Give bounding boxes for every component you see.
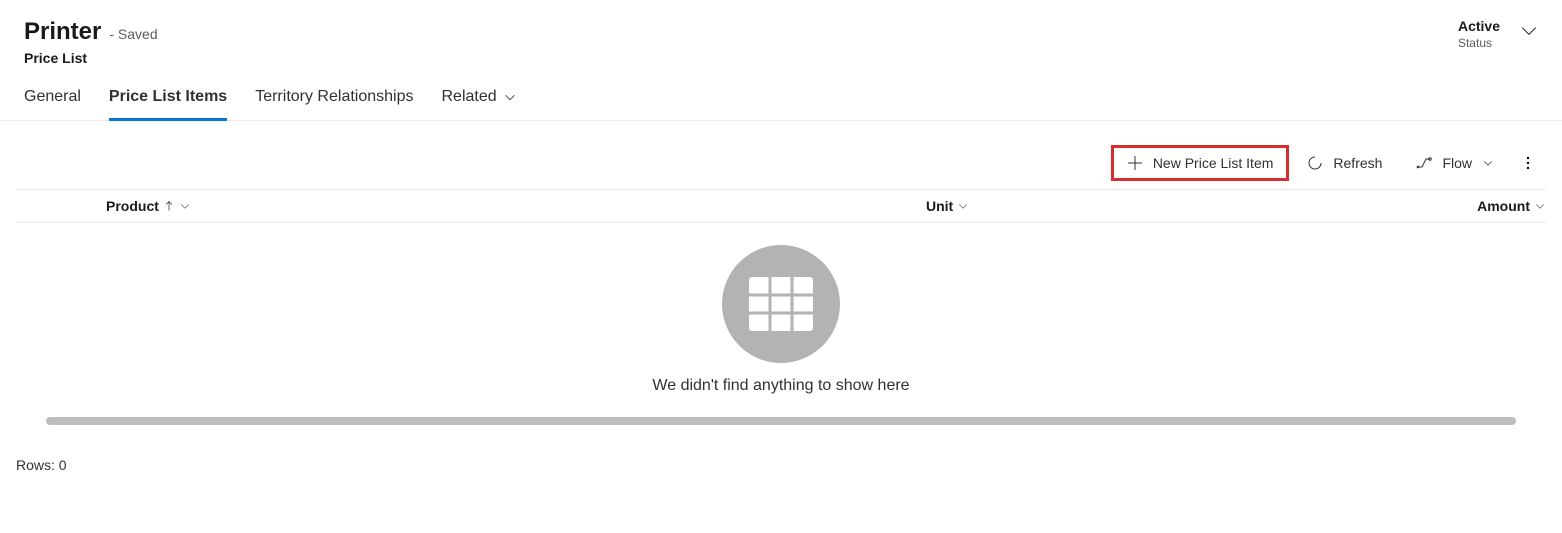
rows-prefix: Rows: xyxy=(16,457,59,473)
button-label: Flow xyxy=(1442,155,1472,171)
chevron-down-icon xyxy=(1534,200,1546,212)
rows-number: 0 xyxy=(59,457,67,473)
header-left: Printer - Saved Price List xyxy=(24,18,158,66)
more-commands-button[interactable] xyxy=(1516,149,1540,177)
new-price-list-item-button[interactable]: New Price List Item xyxy=(1115,149,1286,177)
subgrid-toolbar: New Price List Item Refresh Flow xyxy=(16,145,1546,190)
entity-name: Price List xyxy=(24,50,158,66)
column-label: Product xyxy=(106,198,159,214)
flow-icon xyxy=(1416,155,1432,171)
sort-asc-icon xyxy=(163,200,175,212)
header-right: Active Status xyxy=(1458,18,1538,50)
form-tabs: General Price List Items Territory Relat… xyxy=(0,76,1562,121)
record-title: Printer xyxy=(24,18,101,46)
tab-territory-relationships[interactable]: Territory Relationships xyxy=(255,76,413,120)
status-value: Active xyxy=(1458,18,1500,34)
column-label: Amount xyxy=(1477,198,1530,214)
chevron-down-icon xyxy=(179,200,191,212)
tab-related[interactable]: Related xyxy=(441,76,516,120)
empty-state: We didn't find anything to show here xyxy=(16,223,1546,405)
horizontal-scrollbar[interactable] xyxy=(46,417,1516,425)
column-product[interactable]: Product xyxy=(106,198,926,214)
refresh-icon xyxy=(1307,155,1323,171)
empty-message: We didn't find anything to show here xyxy=(652,377,909,395)
tab-price-list-items[interactable]: Price List Items xyxy=(109,76,227,120)
column-label: Unit xyxy=(926,198,953,214)
chevron-down-icon xyxy=(503,90,517,104)
column-amount[interactable]: Amount xyxy=(1426,198,1546,214)
column-unit[interactable]: Unit xyxy=(926,198,1426,214)
header-expand-chevron[interactable] xyxy=(1520,18,1538,40)
refresh-button[interactable]: Refresh xyxy=(1295,149,1394,177)
more-vertical-icon xyxy=(1520,155,1536,171)
tab-label: Territory Relationships xyxy=(255,88,413,106)
flow-button[interactable]: Flow xyxy=(1404,149,1506,177)
tab-general[interactable]: General xyxy=(24,76,81,120)
tab-label: Price List Items xyxy=(109,88,227,106)
button-label: Refresh xyxy=(1333,155,1382,171)
empty-grid-icon xyxy=(722,245,840,363)
chevron-down-icon xyxy=(1520,22,1538,40)
plus-icon xyxy=(1127,155,1143,171)
record-header: Printer - Saved Price List Active Status xyxy=(0,0,1562,76)
chevron-down-icon xyxy=(957,200,969,212)
rows-count: Rows: 0 xyxy=(0,433,1562,481)
record-title-row: Printer - Saved xyxy=(24,18,158,46)
status-field[interactable]: Active Status xyxy=(1458,18,1500,50)
chevron-down-icon xyxy=(1482,157,1494,169)
status-label: Status xyxy=(1458,36,1500,50)
subgrid-container: New Price List Item Refresh Flow Product xyxy=(0,121,1562,433)
button-label: New Price List Item xyxy=(1153,155,1274,171)
tab-label: Related xyxy=(441,88,496,106)
saved-status: - Saved xyxy=(109,26,157,42)
tab-label: General xyxy=(24,88,81,106)
grid-header-row: Product Unit Amount xyxy=(16,190,1546,223)
